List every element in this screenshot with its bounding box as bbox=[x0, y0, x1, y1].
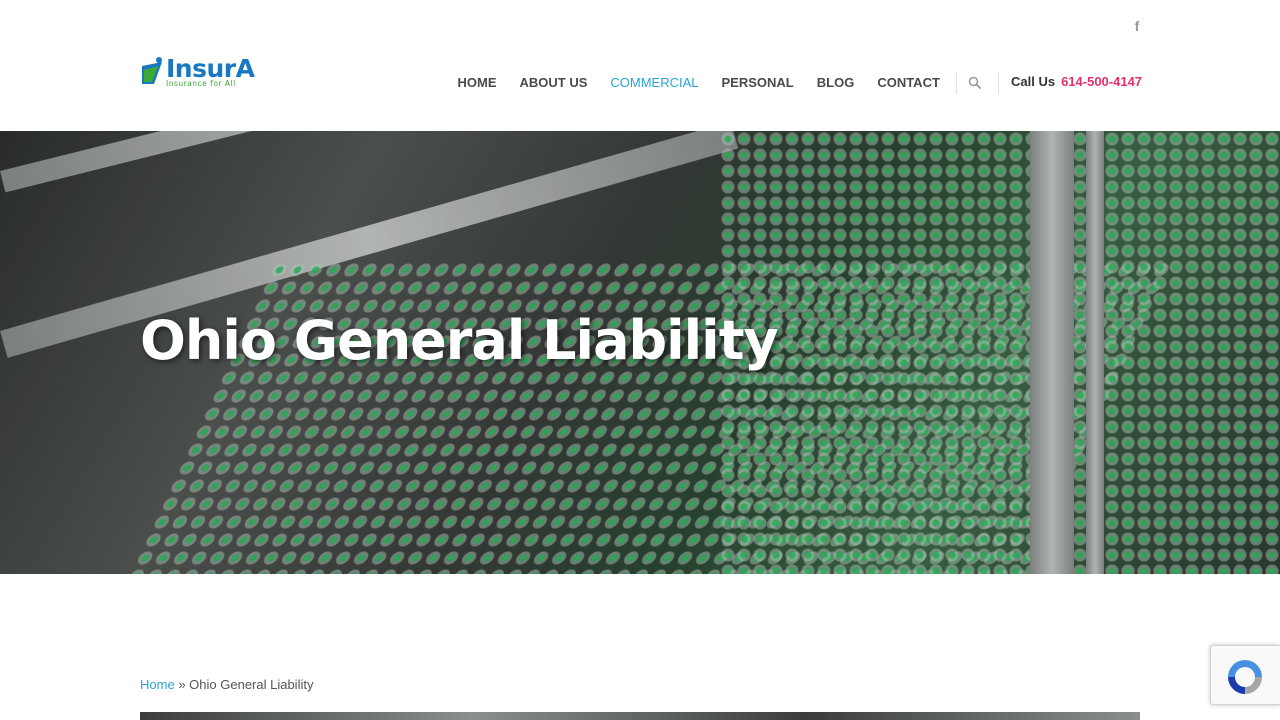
search-icon[interactable] bbox=[968, 76, 982, 90]
nav-blog[interactable]: BLOG bbox=[805, 75, 866, 90]
facebook-icon[interactable]: f bbox=[1131, 18, 1143, 34]
phone-link[interactable]: 614-500-4147 bbox=[1061, 74, 1142, 89]
nav-about-us[interactable]: ABOUT US bbox=[508, 75, 599, 90]
recaptcha-icon bbox=[1224, 656, 1266, 698]
site-header: InsurA Insurance for All HOME ABOUT US C… bbox=[0, 50, 1280, 131]
breadcrumb-home[interactable]: Home bbox=[140, 677, 175, 692]
call-us-label: Call Us bbox=[1011, 74, 1056, 89]
nav-divider bbox=[956, 72, 957, 94]
site-logo[interactable]: InsurA Insurance for All bbox=[140, 56, 266, 90]
call-us: Call Us 614-500-4147 bbox=[1011, 74, 1142, 89]
content-image bbox=[140, 712, 1140, 720]
hero-banner: Ohio General Liability bbox=[0, 131, 1280, 574]
page-title: Ohio General Liability bbox=[140, 309, 779, 372]
breadcrumb-separator: » bbox=[178, 677, 186, 692]
logo-text: InsurA Insurance for All bbox=[166, 54, 255, 88]
logo-mark-icon bbox=[140, 56, 164, 86]
breadcrumb-current: Ohio General Liability bbox=[189, 677, 314, 692]
top-bar: f bbox=[0, 0, 1280, 50]
breadcrumb: Home » Ohio General Liability bbox=[140, 677, 313, 692]
nav-contact[interactable]: CONTACT bbox=[866, 75, 952, 90]
logo-name: InsurA bbox=[166, 54, 255, 83]
recaptcha-badge[interactable] bbox=[1210, 645, 1280, 705]
nav-divider bbox=[998, 72, 999, 94]
main-nav: HOME ABOUT US COMMERCIAL PERSONAL BLOG C… bbox=[446, 50, 951, 114]
nav-commercial[interactable]: COMMERCIAL bbox=[599, 75, 710, 90]
nav-personal[interactable]: PERSONAL bbox=[710, 75, 805, 90]
nav-home[interactable]: HOME bbox=[446, 75, 508, 90]
logo-tagline: Insurance for All bbox=[166, 79, 236, 88]
